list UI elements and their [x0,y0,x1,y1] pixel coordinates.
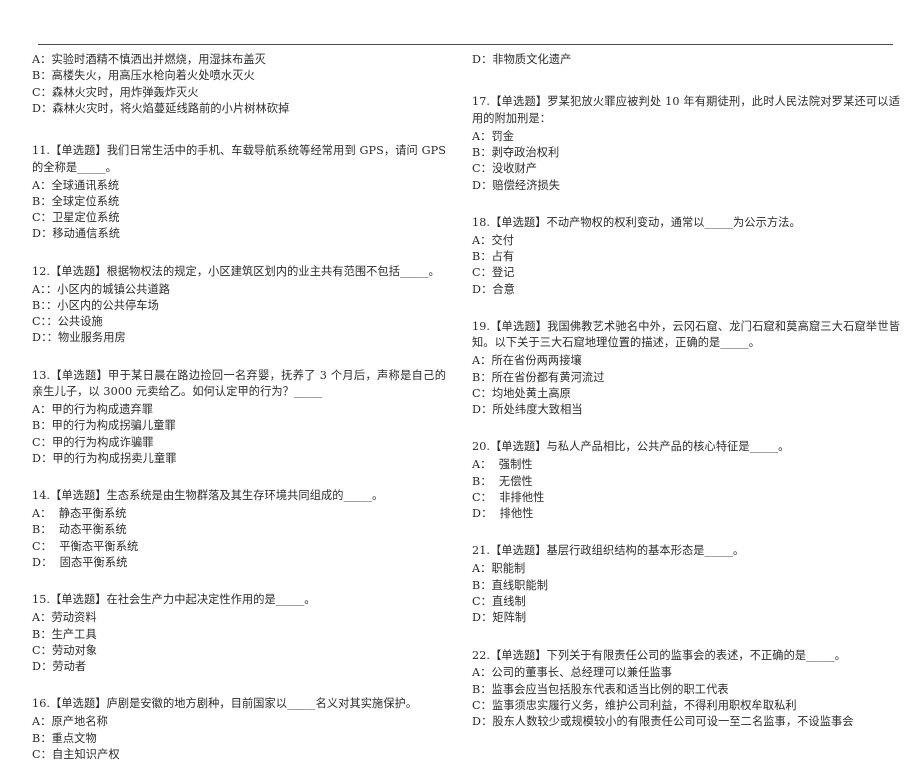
option-item: A：甲的行为构成遗弃罪 [32,403,154,417]
option-item: B：甲的行为构成拐骗儿童罪 [32,419,176,433]
question-12: 12.【单选题】根据物权法的规定，小区建筑区划内的业主共有范围不包括_____。… [32,264,446,347]
question-16: 16.【单选题】庐剧是安徽的地方剧种，目前国家以_____名义对其实施保护。 A… [32,696,446,763]
option-item: C：：公共设施 [32,315,103,329]
question-stem: 14.【单选题】生态系统是由生物群落及其生存环境共同组成的_____。 [32,489,384,503]
option-item: D：合意 [472,282,515,296]
option-item: C：没收财产 [472,162,538,176]
question-19: 19.【单选题】我国佛教艺术驰名中外，云冈石窟、龙门石窟和莫高窟三大石窟举世皆知… [472,319,900,419]
option-item: B：占有 [472,250,515,263]
question-stem: 21.【单选题】基层行政组织结构的基本形态是_____。 [472,544,745,558]
option-item: A：公司的董事长、总经理可以兼任监事 [472,666,673,680]
option-item: C：自主知识产权 [32,747,120,761]
question-stem: 12.【单选题】根据物权法的规定，小区建筑区划内的业主共有范围不包括_____。 [32,264,440,278]
continued-options-left: A：实验时酒精不慎洒出并燃烧，用湿抹布盖灭 B：高楼失火，用高压水枪向着火处喷水… [32,52,446,117]
question-13: 13.【单选题】甲于某日晨在路边捡回一名弃婴，抚养了 3 个月后，声称是自己的亲… [32,368,446,468]
question-22: 22.【单选题】下列关于有限责任公司的监事会的表述，不正确的是_____。 A：… [472,648,900,731]
option-item: D：非物质文化遗产 [472,53,572,66]
option-item: D：甲的行为构成拐卖儿童罪 [32,451,177,465]
question-stem: 16.【单选题】庐剧是安徽的地方剧种，目前国家以_____名义对其实施保护。 [32,697,418,711]
question-stem: 22.【单选题】下列关于有限责任公司的监事会的表述，不正确的是_____。 [472,648,846,662]
question-17: 17.【单选题】罗某犯放火罪应被判处 10 年有期徒刑，此时人民法院对罗某还可以… [472,94,900,194]
option-item: B：重点文物 [32,731,97,745]
option-item: B：生产工具 [32,627,97,641]
option-item: B：监事会应当包括股东代表和适当比例的职工代表 [472,682,729,696]
option-item: B：直线职能制 [472,578,549,592]
option-item: A： 静态平衡系统 [32,507,127,521]
option-item: D：矩阵制 [472,611,527,625]
two-column-body: A：实验时酒精不慎洒出并燃烧，用湿抹布盖灭 B：高楼失火，用高压水枪向着火处喷水… [0,52,920,784]
option-item: B：高楼失火，用高压水枪向着火处喷水灭火 [32,69,255,83]
option-item: D：移动通信系统 [32,227,121,241]
right-column: D：非物质文化遗产 17.【单选题】罗某犯放火罪应被判处 10 年有期徒刑，此时… [460,52,920,752]
option-item: B：所在省份都有黄河流过 [472,370,605,384]
continued-options-right: D：非物质文化遗产 [472,52,900,68]
option-item: C：劳动对象 [32,643,98,657]
option-item: D：森林火灾时，将火焰蔓延线路前的小片树林砍掉 [32,101,290,115]
option-item: B： 无偿性 [472,474,533,488]
option-item: B：剥夺政治权利 [472,145,560,159]
option-item: B： 动态平衡系统 [32,523,127,537]
question-20: 20.【单选题】与私人产品相比，公共产品的核心特征是_____。 A： 强制性 … [472,439,900,522]
question-15: 15.【单选题】在社会生产力中起决定性作用的是_____。 A：劳动资料 B：生… [32,592,446,675]
option-item: A：实验时酒精不慎洒出并燃烧，用湿抹布盖灭 [32,53,266,66]
option-item: D：：物业服务用房 [32,331,126,345]
exam-page: A：实验时酒精不慎洒出并燃烧，用湿抹布盖灭 B：高楼失火，用高压水枪向着火处喷水… [0,0,920,761]
question-11: 11.【单选题】我们日常生活中的手机、车载导航系统等经常用到 GPS，请问 GP… [32,143,446,243]
option-item: C：甲的行为构成诈骗罪 [32,435,154,449]
option-item: C：监事须忠实履行义务，维护公司利益，不得利用职权牟取私利 [472,699,797,713]
option-item: A：罚金 [472,129,515,143]
question-stem: 18.【单选题】不动产物权的权利变动，通常以_____为公示方法。 [472,215,801,229]
option-item: A：：小区内的城镇公共道路 [32,282,171,296]
option-item: D：所处纬度大致相当 [472,403,583,417]
left-column: A：实验时酒精不慎洒出并燃烧，用湿抹布盖灭 B：高楼失火，用高压水枪向着火处喷水… [0,52,460,784]
question-stem: 20.【单选题】与私人产品相比，公共产品的核心特征是_____。 [472,440,790,454]
option-item: A：交付 [472,233,515,247]
option-item: C：均地处黄土高原 [472,386,571,400]
question-stem: 11.【单选题】我们日常生活中的手机、车载导航系统等经常用到 GPS，请问 GP… [32,144,446,174]
option-item: C：卫星定位系统 [32,211,120,225]
option-item: A：原产地名称 [32,715,108,729]
question-stem: 19.【单选题】我国佛教艺术驰名中外，云冈石窟、龙门石窟和莫高窟三大石窟举世皆知… [472,319,900,350]
option-item: A：劳动资料 [32,611,97,625]
option-item: C：森林火灾时，用炸弹轰炸灭火 [32,85,199,99]
option-item: C：登记 [472,266,515,280]
question-14: 14.【单选题】生态系统是由生物群落及其生存环境共同组成的_____。 A： 静… [32,488,446,571]
header-divider [38,44,893,45]
option-item: D： 排他性 [472,507,534,521]
option-item: D： 固态平衡系统 [32,556,128,570]
question-18: 18.【单选题】不动产物权的权利变动，通常以_____为公示方法。 A：交付 B… [472,215,900,298]
option-item: B：：小区内的公共停车场 [32,298,159,312]
option-item: A：职能制 [472,562,526,576]
option-item: A： 强制性 [472,458,533,472]
option-item: C： 平衡态平衡系统 [32,539,139,553]
question-stem: 17.【单选题】罗某犯放火罪应被判处 10 年有期徒刑，此时人民法院对罗某还可以… [472,95,900,125]
question-stem: 13.【单选题】甲于某日晨在路边捡回一名弃婴，抚养了 3 个月后，声称是自己的亲… [32,368,446,399]
option-item: A：所在省份两两接壤 [472,354,582,368]
option-item: C：直线制 [472,594,526,608]
option-item: A：全球通讯系统 [32,178,120,192]
option-item: D：股东人数较少或规模较小的有限责任公司可设一至二名监事，不设监事会 [472,715,854,729]
option-item: B：全球定位系统 [32,194,120,208]
option-item: D：劳动者 [32,660,87,674]
option-item: C： 非排他性 [472,490,545,504]
question-stem: 15.【单选题】在社会生产力中起决定性作用的是_____。 [32,593,316,607]
question-21: 21.【单选题】基层行政组织结构的基本形态是_____。 A：职能制 B：直线职… [472,543,900,626]
option-item: D：赔偿经济损失 [472,178,561,192]
